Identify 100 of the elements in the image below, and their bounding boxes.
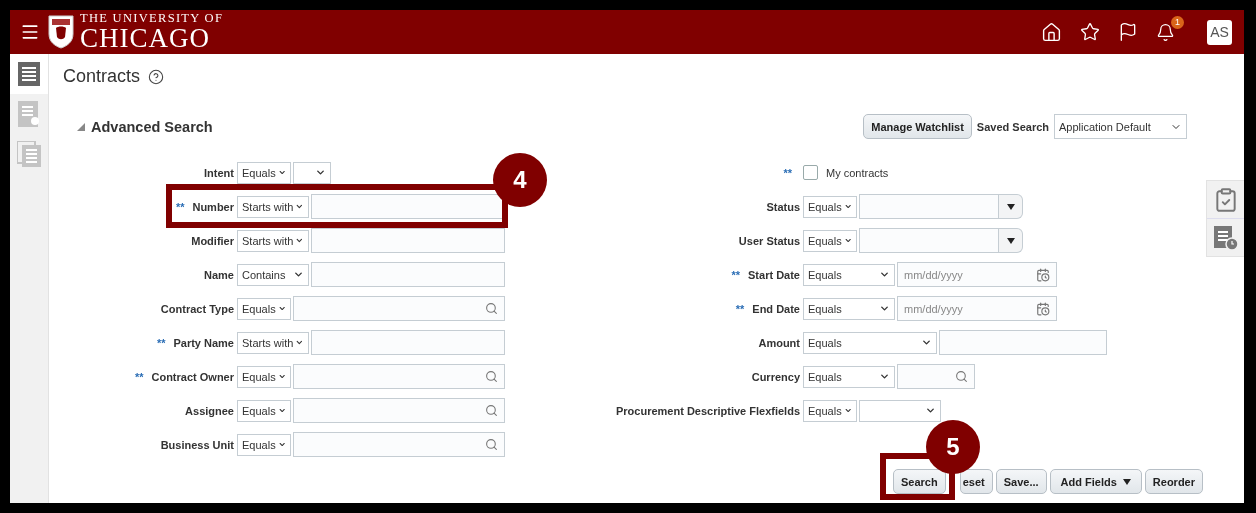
operator-select[interactable]: Equals <box>237 297 291 320</box>
text-field[interactable] <box>311 262 505 287</box>
operator-select[interactable]: Equals <box>803 399 857 422</box>
logo-text: THE UNIVERSITY OF <box>80 12 224 25</box>
reorder-button[interactable]: Reorder <box>1144 469 1203 494</box>
crest-icon <box>48 15 74 49</box>
field-label: Procurement Descriptive Flexfields <box>616 404 800 417</box>
user-avatar[interactable]: AS <box>1207 19 1232 45</box>
text-field[interactable] <box>311 228 505 253</box>
dropdown-button[interactable] <box>999 228 1023 253</box>
operator-select[interactable]: Equals <box>803 195 857 218</box>
operator-select[interactable]: Starts with <box>237 229 309 252</box>
search-icon[interactable] <box>955 370 968 383</box>
field-label: Business Unit <box>160 438 234 451</box>
operator-select[interactable]: Equals <box>237 433 291 456</box>
chevron-icon <box>879 269 890 280</box>
pages-icon <box>17 141 41 167</box>
choice-field[interactable] <box>859 228 999 253</box>
date-field[interactable]: mm/dd/yyyy <box>897 296 1057 321</box>
chevron-icon <box>879 303 890 314</box>
text-field[interactable] <box>311 330 505 355</box>
star-icon[interactable] <box>1080 22 1100 42</box>
required-mark: ** <box>735 302 745 315</box>
field-label: Saved Search <box>976 120 1049 133</box>
field-label: Number <box>192 200 234 213</box>
caret-icon <box>1122 478 1131 485</box>
help-icon[interactable] <box>148 68 165 85</box>
required-mark: ** <box>175 200 185 213</box>
operator-select[interactable]: Equals <box>803 365 895 388</box>
lookup-field[interactable] <box>293 432 505 457</box>
document-clock-icon[interactable] <box>1212 224 1239 251</box>
operator-select[interactable]: Equals <box>237 161 291 184</box>
search-button[interactable]: Search <box>893 469 946 494</box>
field-label: Intent <box>204 166 234 179</box>
required-mark: ** <box>134 370 144 383</box>
search-icon[interactable] <box>485 438 498 451</box>
calendar-icon[interactable] <box>1036 301 1050 316</box>
checkbox[interactable] <box>803 165 818 180</box>
chevron-icon <box>921 337 932 348</box>
operator-select[interactable]: Equals <box>803 263 895 286</box>
operator-select[interactable]: Equals <box>803 297 895 320</box>
chevron-icon <box>879 371 890 382</box>
list-icon <box>18 62 40 86</box>
chevron-icon <box>315 167 326 178</box>
reset-button[interactable]: eset <box>959 469 993 494</box>
choice-field[interactable] <box>859 194 999 219</box>
field-label: Contract Owner <box>151 370 234 383</box>
field-label: Currency <box>751 370 800 383</box>
collapse-icon[interactable] <box>77 122 85 131</box>
save-button[interactable]: Save... <box>995 469 1047 494</box>
lookup-field[interactable] <box>293 398 505 423</box>
field-label: Name <box>204 268 234 281</box>
calendar-icon[interactable] <box>1036 267 1050 282</box>
logo-text: CHICAGO <box>80 24 211 52</box>
search-icon[interactable] <box>485 302 498 315</box>
lookup-field[interactable] <box>293 364 505 389</box>
sidebar-item[interactable] <box>10 54 48 94</box>
home-icon[interactable] <box>1041 21 1062 43</box>
checkbox-label: My contracts <box>826 166 889 179</box>
required-mark: ** <box>156 336 166 349</box>
flag-icon[interactable] <box>1118 22 1138 42</box>
manage-watchlist-button[interactable]: Manage Watchlist <box>863 114 972 139</box>
operator-select[interactable]: Equals <box>803 331 937 354</box>
step-number: 5 <box>926 420 980 474</box>
chevron-icon <box>293 269 304 280</box>
text-field[interactable] <box>939 330 1107 355</box>
field-label: End Date <box>752 302 800 315</box>
chevron-icon <box>925 405 936 416</box>
bell-icon[interactable] <box>1156 22 1175 42</box>
add-fields-button[interactable]: Add Fields <box>1049 469 1142 494</box>
operator-select[interactable]: Equals <box>803 229 857 252</box>
field-label: Assignee <box>185 404 234 417</box>
operator-select[interactable]: Equals <box>237 399 291 422</box>
operator-select[interactable]: Starts with <box>237 195 309 218</box>
step-number: 4 <box>493 153 547 207</box>
field-label: Start Date <box>748 268 800 281</box>
field-label: Status <box>766 200 800 213</box>
saved-search-select[interactable]: Application Default <box>1054 114 1187 139</box>
search-icon[interactable] <box>485 370 498 383</box>
page-title: Contracts <box>63 66 141 87</box>
operator-select[interactable]: Equals <box>237 365 291 388</box>
section-title: Advanced Search <box>91 118 213 135</box>
date-field[interactable]: mm/dd/yyyy <box>897 262 1057 287</box>
dropdown-button[interactable] <box>999 194 1023 219</box>
search-icon[interactable] <box>485 404 498 417</box>
document-icon <box>18 101 40 127</box>
text-field[interactable] <box>311 194 505 219</box>
menu-icon[interactable] <box>20 22 40 42</box>
field-label: Amount <box>758 336 800 349</box>
field-label: Modifier <box>191 234 234 247</box>
required-mark: ** <box>731 268 741 281</box>
field-label: User Status <box>738 234 800 247</box>
field-label: Contract Type <box>160 302 234 315</box>
lookup-field[interactable] <box>897 364 975 389</box>
operator-select[interactable]: Contains <box>237 263 309 286</box>
operator-select[interactable]: Starts with <box>237 331 309 354</box>
notification-badge: 1 <box>1171 15 1184 29</box>
field-label: Party Name <box>173 336 234 349</box>
required-mark: ** <box>783 166 792 179</box>
lookup-field[interactable] <box>293 296 505 321</box>
